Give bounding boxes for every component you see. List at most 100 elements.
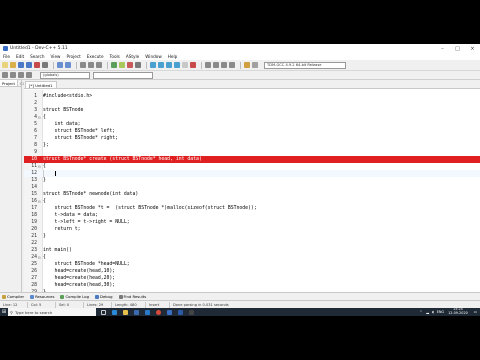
about-icon[interactable]	[252, 62, 258, 68]
rebuild-icon[interactable]	[174, 62, 180, 68]
code-line[interactable]: 10 struct BSTnode* create (struct BSTnode…	[24, 156, 480, 163]
code-editor[interactable]: 1 #include<stdio.h> 2 3 struct BSTnode 4 ⊟{5 i…	[24, 90, 480, 292]
tab-compile-log[interactable]: Compile Log	[60, 294, 89, 299]
file-tab-untitled1[interactable]: [*] Untitled1	[25, 81, 57, 88]
tab-resources[interactable]: Resources	[30, 294, 54, 299]
maximize-button[interactable]: □	[450, 44, 465, 53]
open-folder-icon[interactable]	[10, 62, 16, 68]
fold-marker[interactable]: ⊟	[38, 198, 42, 205]
new-file-icon[interactable]	[2, 62, 8, 68]
profile-icon[interactable]	[213, 62, 219, 68]
check-syntax-icon[interactable]	[182, 62, 188, 68]
print-icon[interactable]	[42, 62, 48, 68]
code-line[interactable]: 25 struct BSTnode *head=NULL;	[24, 261, 480, 268]
task-view-icon[interactable]	[99, 308, 107, 316]
menu-edit[interactable]: Edit	[16, 54, 24, 59]
chevron-up-icon[interactable]: ^	[420, 310, 423, 314]
code-line[interactable]: 4 ⊟{	[24, 114, 480, 121]
indent-icon[interactable]	[2, 72, 8, 78]
member-select[interactable]	[93, 71, 153, 79]
bookmark-icon[interactable]	[221, 62, 227, 68]
language-indicator[interactable]: ENG	[437, 310, 444, 314]
code-line[interactable]: 23 int main()	[24, 247, 480, 254]
code-line[interactable]: 3 struct BSTnode	[24, 107, 480, 114]
tab-project[interactable]: Project	[0, 80, 18, 86]
menu-search[interactable]: Search	[30, 54, 44, 59]
tab-find-results[interactable]: Find Results	[118, 294, 146, 299]
menu-window[interactable]: Window	[145, 54, 162, 59]
unindent-icon[interactable]	[10, 72, 16, 78]
chrome-icon[interactable]	[154, 308, 162, 316]
file-explorer-icon[interactable]	[121, 308, 129, 316]
options-icon[interactable]	[135, 62, 141, 68]
code-line[interactable]: 27 head=create(head,20);	[24, 275, 480, 282]
find-icon[interactable]	[80, 62, 86, 68]
new-project-icon[interactable]	[244, 62, 250, 68]
code-line[interactable]: 20 return t;	[24, 226, 480, 233]
menu-execute[interactable]: Execute	[87, 54, 104, 59]
remove-file-icon[interactable]	[127, 62, 133, 68]
word-icon[interactable]	[176, 308, 184, 316]
network-icon[interactable]: ▂	[426, 310, 429, 314]
help-icon[interactable]	[229, 62, 235, 68]
code-line[interactable]: 6 struct BSTnode* left;	[24, 128, 480, 135]
minimize-button[interactable]: –	[435, 44, 450, 53]
run-icon[interactable]	[158, 62, 164, 68]
code-line[interactable]: 9	[24, 149, 480, 156]
code-line[interactable]: 15 struct BSTnode* newnode(int data)	[24, 191, 480, 198]
code-line[interactable]: 7 struct BSTnode* right;	[24, 135, 480, 142]
goto-icon[interactable]	[96, 62, 102, 68]
close-file-icon[interactable]	[34, 62, 40, 68]
taskbar-clock[interactable]: 15:24 12-09-2020	[448, 308, 468, 315]
code-line[interactable]: 13}	[24, 177, 480, 184]
edge-icon[interactable]	[110, 308, 118, 316]
tab-debug[interactable]: Debug	[95, 294, 113, 299]
menu-tools[interactable]: Tools	[110, 54, 120, 59]
save-icon[interactable]	[18, 62, 24, 68]
insert-icon[interactable]	[26, 72, 32, 78]
volume-icon[interactable]: ◖	[432, 310, 434, 314]
devcpp-taskbar-icon[interactable]	[165, 308, 173, 316]
compiler-select[interactable]: TDM-GCC 4.9.2 64-bit Release	[264, 61, 346, 69]
windows-start-icon[interactable]: ⊞	[0, 308, 8, 316]
code-line[interactable]: 18 t->data = data;	[24, 212, 480, 219]
close-button[interactable]: ×	[465, 44, 480, 53]
code-line[interactable]: 22	[24, 240, 480, 247]
fold-marker[interactable]: ⊟	[38, 114, 42, 121]
store-icon[interactable]	[132, 308, 140, 316]
menu-file[interactable]: File	[3, 54, 10, 59]
project-icon[interactable]	[111, 62, 117, 68]
fold-marker[interactable]: ⊟	[38, 163, 42, 170]
code-line[interactable]: 21}	[24, 233, 480, 240]
terminal-icon[interactable]	[187, 308, 195, 316]
add-file-icon[interactable]	[119, 62, 125, 68]
menu-astyle[interactable]: AStyle	[126, 54, 139, 59]
toggle-comment-icon[interactable]	[18, 72, 24, 78]
mail-icon[interactable]	[143, 308, 151, 316]
menu-project[interactable]: Project	[66, 54, 80, 59]
code-line[interactable]: 24 ⊟{	[24, 254, 480, 261]
code-line[interactable]: 1 #include<stdio.h>	[24, 93, 480, 100]
notification-icon[interactable]: ▭	[474, 310, 477, 314]
code-line[interactable]: 28 head=create(head,30);	[24, 282, 480, 289]
compile-run-icon[interactable]	[166, 62, 172, 68]
undo-icon[interactable]	[57, 62, 63, 68]
code-line[interactable]: 2	[24, 100, 480, 107]
code-line[interactable]: 16 ⊟{	[24, 198, 480, 205]
code-line[interactable]: 14	[24, 184, 480, 191]
code-line[interactable]: 11 ⊟{	[24, 163, 480, 170]
taskbar-search[interactable]: ⚲ Type here to search	[8, 308, 96, 316]
redo-icon[interactable]	[65, 62, 71, 68]
compile-icon[interactable]	[150, 62, 156, 68]
code-line[interactable]: 5 int data;	[24, 121, 480, 128]
save-all-icon[interactable]	[26, 62, 32, 68]
scope-select[interactable]: (globals)	[40, 71, 90, 79]
code-line[interactable]: 19 t->left = t->right = NULL;	[24, 219, 480, 226]
debug-icon[interactable]	[205, 62, 211, 68]
stop-icon[interactable]	[190, 62, 196, 68]
menu-help[interactable]: Help	[168, 54, 178, 59]
menu-view[interactable]: View	[51, 54, 61, 59]
replace-icon[interactable]	[88, 62, 94, 68]
tab-compiler[interactable]: Compiler	[2, 294, 24, 299]
fold-marker[interactable]: ⊟	[38, 254, 42, 261]
